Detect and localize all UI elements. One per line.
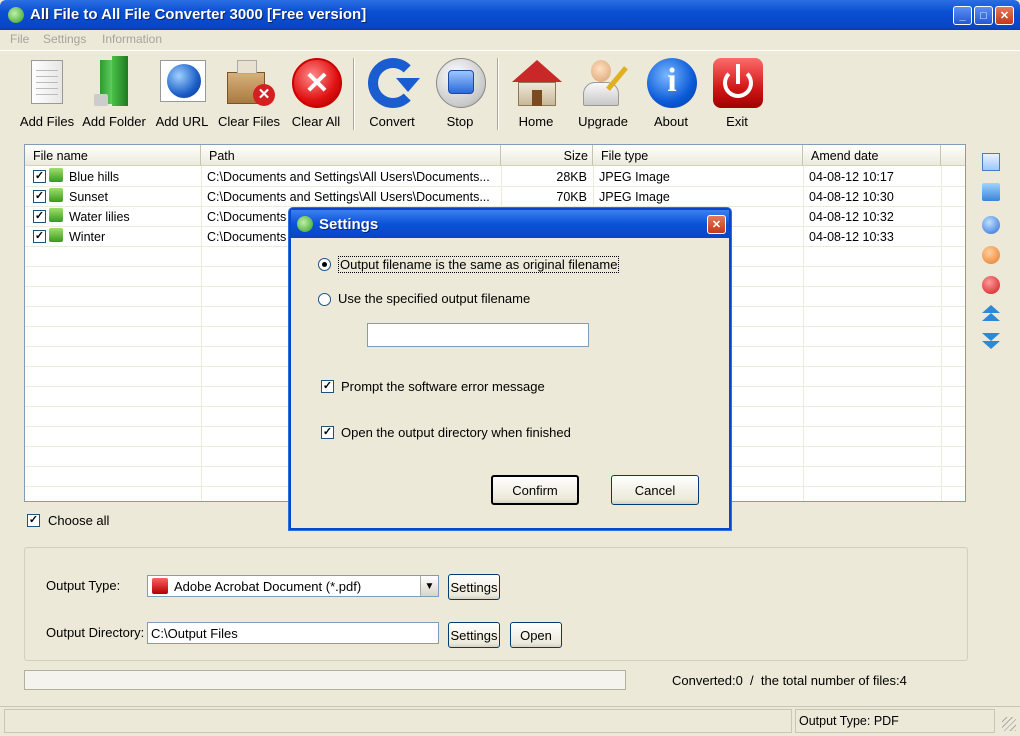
document-icon <box>21 56 73 108</box>
title-bar[interactable]: All File to All File Converter 3000 [Fre… <box>0 0 1020 30</box>
radio-specified-filename[interactable] <box>318 293 331 306</box>
status-output-type: Output Type: PDF <box>795 709 995 733</box>
add-folder-icon[interactable] <box>982 183 1000 201</box>
clear-all-icon: ✕ <box>290 56 342 108</box>
maximize-button[interactable]: □ <box>974 6 993 25</box>
stop-button[interactable]: Stop <box>432 56 488 134</box>
column-header-size[interactable]: Size <box>501 145 593 166</box>
table-row[interactable]: ✓ Blue hills C:\Documents and Settings\A… <box>25 167 965 186</box>
row-checkbox[interactable]: ✓ <box>33 170 46 183</box>
add-files-button[interactable]: Add Files <box>20 56 74 134</box>
table-row[interactable]: ✓ Sunset C:\Documents and Settings\All U… <box>25 187 965 206</box>
progress-text: Converted:0 / the total number of files:… <box>672 673 907 688</box>
output-type-settings-button[interactable]: Settings <box>448 574 500 600</box>
dialog-close-button[interactable]: ✕ <box>707 215 726 234</box>
resize-grip-icon[interactable] <box>1002 717 1016 731</box>
progress-bar <box>24 670 626 690</box>
open-directory-checkbox[interactable]: ✓ <box>321 426 334 439</box>
window-title: All File to All File Converter 3000 [Fre… <box>30 6 367 23</box>
chevron-down-icon[interactable]: ▼ <box>420 576 438 596</box>
image-file-icon <box>49 228 63 242</box>
cancel-button[interactable]: Cancel <box>611 475 699 505</box>
minimize-button[interactable]: _ <box>953 6 972 25</box>
image-file-icon <box>49 168 63 182</box>
convert-button[interactable]: Convert <box>364 56 420 134</box>
menu-bar: File Settings Information <box>0 30 1020 50</box>
prompt-error-label: Prompt the software error message <box>341 379 545 394</box>
column-header-path[interactable]: Path <box>201 145 501 166</box>
radio-same-filename[interactable] <box>318 258 331 271</box>
filename-input[interactable] <box>367 323 589 347</box>
dialog-title-bar[interactable]: Settings ✕ <box>291 210 729 238</box>
dialog-title: Settings <box>319 216 379 233</box>
clear-files-button[interactable]: ✕ Clear Files <box>218 56 280 134</box>
image-file-icon <box>49 208 63 222</box>
info-icon: i <box>645 56 697 108</box>
output-type-label: Output Type: <box>46 578 121 593</box>
add-url-button[interactable]: Add URL <box>154 56 210 134</box>
row-checkbox[interactable]: ✓ <box>33 190 46 203</box>
home-button[interactable]: Home <box>508 56 564 134</box>
about-button[interactable]: i About <box>644 56 698 134</box>
radio-same-filename-label: Output filename is the same as original … <box>338 256 620 273</box>
open-directory-label: Open the output directory when finished <box>341 425 571 440</box>
exit-button[interactable]: Exit <box>710 56 764 134</box>
add-folder-button[interactable]: Add Folder <box>82 56 146 134</box>
convert-icon <box>366 56 420 108</box>
column-header-amend-date[interactable]: Amend date <box>803 145 941 166</box>
output-directory-settings-button[interactable]: Settings <box>448 622 500 648</box>
stop-icon <box>434 56 486 108</box>
app-icon <box>8 7 24 23</box>
choose-all-label: Choose all <box>48 513 110 528</box>
power-icon <box>711 56 763 108</box>
menu-settings[interactable]: Settings <box>43 32 86 46</box>
column-header-file-type[interactable]: File type <box>593 145 803 166</box>
move-up-icon[interactable] <box>982 305 1000 323</box>
user-pen-icon <box>577 56 629 108</box>
app-icon <box>297 216 313 232</box>
column-header-file-name[interactable]: File name <box>25 145 201 166</box>
confirm-button[interactable]: Confirm <box>491 475 579 505</box>
output-type-select[interactable]: Adobe Acrobat Document (*.pdf) ▼ <box>147 575 439 597</box>
menu-information[interactable]: Information <box>102 32 162 46</box>
row-checkbox[interactable]: ✓ <box>33 230 46 243</box>
open-button[interactable]: Open <box>510 622 562 648</box>
globe-icon <box>156 56 208 108</box>
prompt-error-checkbox[interactable]: ✓ <box>321 380 334 393</box>
home-icon <box>510 56 562 108</box>
row-checkbox[interactable]: ✓ <box>33 210 46 223</box>
pdf-icon <box>152 578 168 594</box>
upgrade-button[interactable]: Upgrade <box>574 56 632 134</box>
output-directory-label: Output Directory: <box>46 625 145 640</box>
radio-specified-filename-label: Use the specified output filename <box>338 291 531 306</box>
close-button[interactable]: ✕ <box>995 6 1014 25</box>
folder-icon <box>88 56 140 108</box>
clear-all-button[interactable]: ✕ Clear All <box>288 56 344 134</box>
clear-icon[interactable] <box>982 276 1000 294</box>
menu-file[interactable]: File <box>10 32 29 46</box>
list-icon[interactable] <box>982 153 1000 171</box>
status-bar: Output Type: PDF <box>0 706 1020 736</box>
image-file-icon <box>49 188 63 202</box>
settings-dialog: Settings ✕ Output filename is the same a… <box>289 208 731 530</box>
globe-icon[interactable] <box>982 216 1000 234</box>
output-directory-field[interactable]: C:\Output Files <box>147 622 439 644</box>
box-delete-icon: ✕ <box>223 56 275 108</box>
move-down-icon[interactable] <box>982 333 1000 351</box>
remove-icon[interactable] <box>982 246 1000 264</box>
choose-all-checkbox[interactable]: ✓ <box>27 514 40 527</box>
